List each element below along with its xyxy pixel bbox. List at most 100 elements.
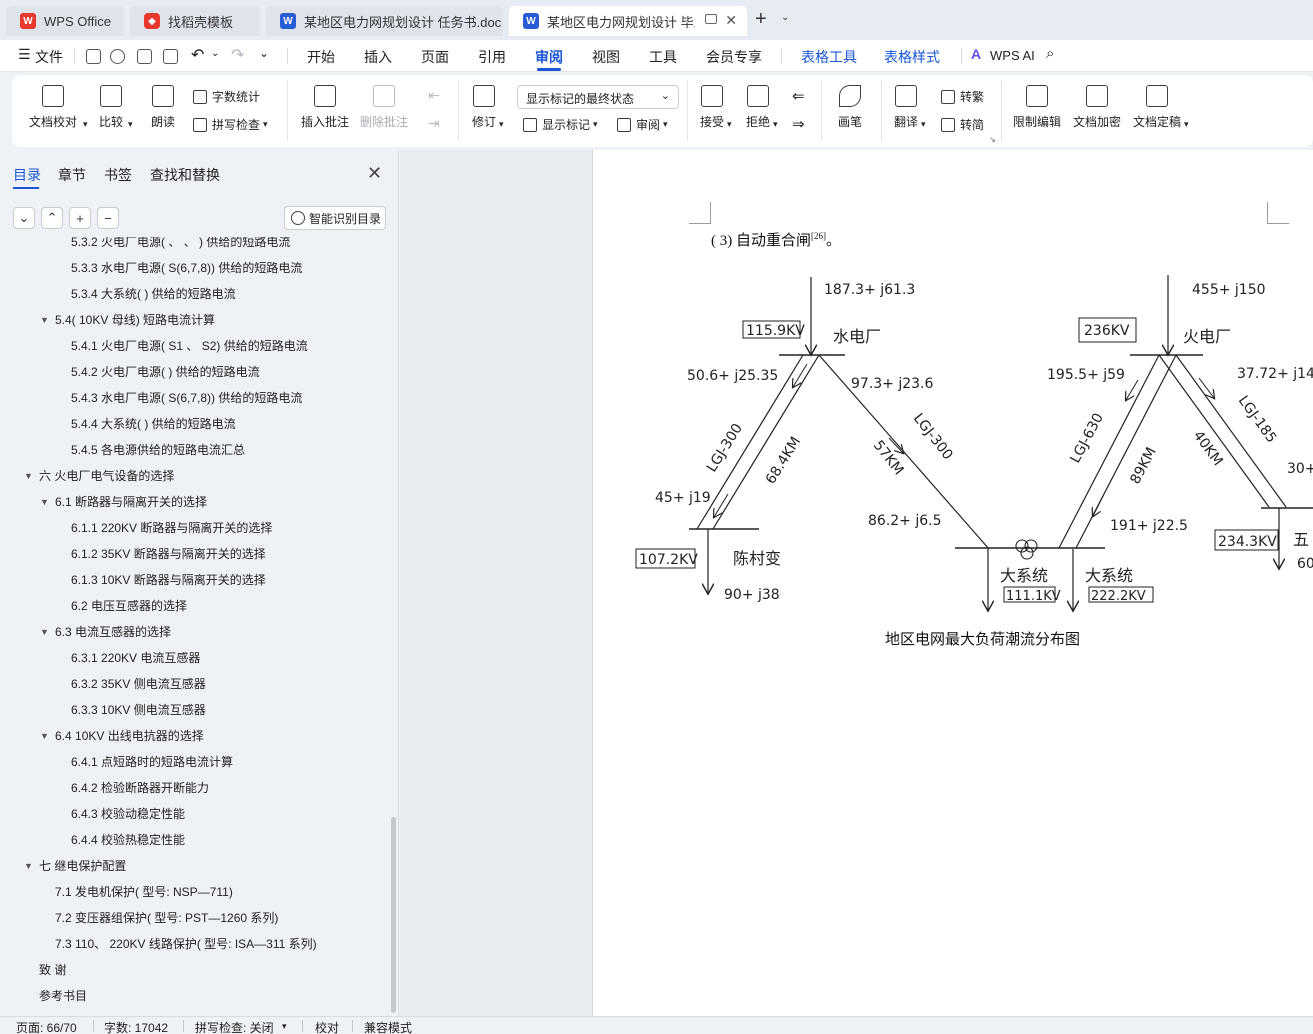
next-comment-icon[interactable]: ⇥ <box>428 115 440 132</box>
expand-caret-icon[interactable]: ▼ <box>40 723 49 749</box>
chevron-down-icon[interactable]: ▾ <box>727 119 732 130</box>
track-changes-button[interactable]: 修订 <box>472 85 496 130</box>
review-pane-button[interactable]: 审阅 ▾ <box>617 116 668 133</box>
toc-item[interactable]: 5.3.2 火电厂电源( 、 、 ) 供给的短路电流 <box>71 237 290 255</box>
toc-item[interactable]: 6.1 断路器与隔离开关的选择 <box>55 489 207 515</box>
to-traditional-button[interactable]: 转繁 <box>941 88 984 105</box>
chevron-down-icon[interactable]: ▾ <box>1184 119 1189 130</box>
toc-item[interactable]: 6.3.1 220KV 电流互感器 <box>71 645 200 671</box>
tab-thesis-doc[interactable]: W 某地区电力网规划设计 毕业论 ✕ <box>509 6 747 36</box>
toc-item[interactable]: 6.1.2 35KV 断路器与隔离开关的选择 <box>71 541 266 567</box>
toc-item[interactable]: 6.4.2 检验断路器开断能力 <box>71 775 209 801</box>
pen-button[interactable]: 画笔 <box>838 85 862 130</box>
add-heading-button[interactable]: + <box>69 207 91 229</box>
toc-item[interactable]: 5.4.3 水电厂电源( S(6,7,8)) 供给的短路电流 <box>71 385 302 411</box>
menu-page[interactable]: 页面 <box>421 47 449 67</box>
show-markup-button[interactable]: 显示标记 ▾ <box>523 116 598 133</box>
menu-wps-ai[interactable]: WPS AI <box>990 48 1035 63</box>
chevron-down-icon[interactable]: ▾ <box>499 119 504 130</box>
menu-review[interactable]: 审阅 <box>535 47 563 67</box>
save-icon[interactable] <box>86 49 101 64</box>
search-icon[interactable]: ⌕ <box>1046 45 1054 62</box>
tab-toc[interactable]: 目录 <box>13 165 41 185</box>
close-tab-icon[interactable]: ✕ <box>725 12 737 29</box>
menu-file[interactable]: 文件 <box>35 47 63 67</box>
chevron-down-icon[interactable]: ⌄ <box>211 48 219 59</box>
collapse-all-button[interactable]: ⌄ <box>13 207 35 229</box>
chevron-down-icon[interactable]: ⌄ <box>781 12 789 23</box>
toc-item[interactable]: 6.4.3 校验动稳定性能 <box>71 801 185 827</box>
toc-item[interactable]: 7.2 变压器组保护( 型号: PST—1260 系列) <box>55 905 278 931</box>
restrict-edit-button[interactable]: 限制编辑 <box>1013 85 1061 130</box>
more-chevron-icon[interactable]: ⌄ <box>259 46 269 60</box>
encrypt-button[interactable]: 文档加密 <box>1073 85 1121 130</box>
insert-comment-button[interactable]: 插入批注 <box>301 85 349 130</box>
expand-caret-icon[interactable]: ▼ <box>40 489 49 515</box>
toc-item[interactable]: 6.3 电流互感器的选择 <box>55 619 171 645</box>
print-preview-icon[interactable] <box>163 49 178 64</box>
toc-item[interactable]: 5.4.1 火电厂电源( S1 、 S2) 供给的短路电流 <box>71 333 308 359</box>
remove-heading-button[interactable]: − <box>97 207 119 229</box>
tab-docer-templates[interactable]: ◆ 找稻壳模板 <box>130 6 260 36</box>
toc-item[interactable]: 6.2 电压互感器的选择 <box>71 593 187 619</box>
reject-button[interactable]: 拒绝 <box>746 85 770 130</box>
word-count-button[interactable]: 字数统计 <box>193 88 260 105</box>
toc-item[interactable]: 6.4.4 校验热稳定性能 <box>71 827 185 853</box>
new-tab-plus-icon[interactable]: + <box>755 8 767 31</box>
delete-comment-button[interactable]: 删除批注 <box>360 85 408 130</box>
word-count-indicator[interactable]: 字数: 17042 <box>104 1019 168 1034</box>
expand-caret-icon[interactable]: ▼ <box>40 307 49 333</box>
toc-item[interactable]: 5.3.4 大系统( ) 供给的短路电流 <box>71 281 236 307</box>
finalize-button[interactable]: 文档定稿 <box>1133 85 1181 130</box>
menu-tools[interactable]: 工具 <box>649 47 677 67</box>
toc-item[interactable]: 致 谢 <box>39 957 66 983</box>
toc-item[interactable]: 六 火电厂电气设备的选择 <box>39 463 174 489</box>
spell-check-button[interactable]: 拼写检查 ▾ <box>193 116 268 133</box>
read-aloud-button[interactable]: 朗读 <box>151 85 175 130</box>
proof-indicator[interactable]: 校对 <box>315 1019 339 1034</box>
toc-item[interactable]: 6.3.2 35KV 侧电流互感器 <box>71 671 206 697</box>
toc-item[interactable]: 6.4 10KV 出线电抗器的选择 <box>55 723 204 749</box>
wps-ai-icon[interactable]: A <box>971 46 981 62</box>
toc-item[interactable]: 6.4.1 点短路时的短路电流计算 <box>71 749 233 775</box>
export-pdf-icon[interactable] <box>110 49 125 64</box>
menu-table-style[interactable]: 表格样式 <box>884 47 940 67</box>
chevron-down-icon[interactable]: ▾ <box>128 119 133 130</box>
menu-home[interactable]: 开始 <box>307 47 335 67</box>
chevron-down-icon[interactable]: ▾ <box>83 119 88 130</box>
close-icon[interactable]: ✕ <box>367 163 382 184</box>
undo-icon[interactable]: ↶ <box>191 45 204 65</box>
doc-proof-button[interactable]: 文档校对 <box>29 85 77 130</box>
toc-item[interactable]: 参考书目 <box>39 983 87 1009</box>
toc-item[interactable]: 6.3.3 10KV 侧电流互感器 <box>71 697 206 723</box>
toc-item[interactable]: 6.1.1 220KV 断路器与隔离开关的选择 <box>71 515 272 541</box>
spell-check-indicator[interactable]: 拼写检查: 关闭 <box>195 1019 274 1034</box>
chevron-down-icon[interactable]: ▾ <box>773 119 778 130</box>
prev-comment-icon[interactable]: ⇤ <box>428 87 440 104</box>
menu-member[interactable]: 会员专享 <box>706 47 762 67</box>
move-up-button[interactable]: ⌃ <box>41 207 63 229</box>
toc-item[interactable]: 6.1.3 10KV 断路器与隔离开关的选择 <box>71 567 266 593</box>
toc-item[interactable]: 5.4.5 各电源供给的短路电流汇总 <box>71 437 245 463</box>
to-simplified-button[interactable]: 转简 <box>941 116 984 133</box>
compare-button[interactable]: 比较 <box>99 85 123 130</box>
prev-change-icon[interactable]: ⇐ <box>792 87 805 105</box>
tab-find-replace[interactable]: 查找和替换 <box>150 165 220 185</box>
menu-insert[interactable]: 插入 <box>364 47 392 67</box>
expand-caret-icon[interactable]: ▼ <box>24 853 33 879</box>
toc-item[interactable]: 5.4( 10KV 母线) 短路电流计算 <box>55 307 215 333</box>
chevron-down-icon[interactable]: ▾ <box>921 119 926 130</box>
toc-item[interactable]: 5.4.4 大系统( ) 供给的短路电流 <box>71 411 236 437</box>
toc-item[interactable]: 7.3 110、 220KV 线路保护( 型号: ISA—311 系列) <box>55 931 317 957</box>
menu-references[interactable]: 引用 <box>478 47 506 67</box>
tab-chapters[interactable]: 章节 <box>58 165 86 185</box>
toc-item[interactable]: 5.3.3 水电厂电源( S(6,7,8)) 供给的短路电流 <box>71 255 302 281</box>
scrollbar-thumb[interactable] <box>391 817 396 1013</box>
redo-icon[interactable]: ↷ <box>231 45 244 65</box>
toc-item[interactable]: 七 继电保护配置 <box>39 853 126 879</box>
toc-item[interactable]: 7.1 发电机保护( 型号: NSP—711) <box>55 879 233 905</box>
smart-toc-button[interactable]: 智能识别目录 <box>284 206 386 230</box>
monitor-icon[interactable] <box>705 14 717 24</box>
tab-task-doc[interactable]: W 某地区电力网规划设计 任务书.doc <box>266 6 503 36</box>
translate-button[interactable]: 翻译 <box>894 85 918 130</box>
